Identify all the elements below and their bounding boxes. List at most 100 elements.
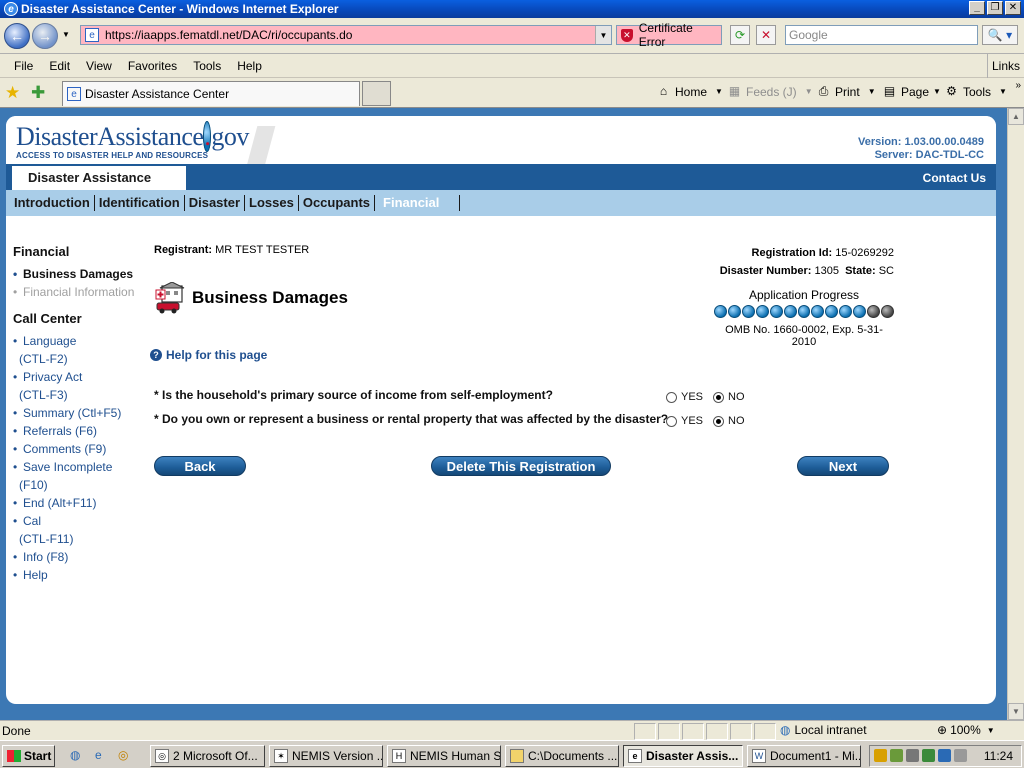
refresh-button[interactable]: ⟳ (730, 25, 750, 45)
history-dropdown-icon[interactable]: ▼ (62, 30, 70, 39)
radio-circle[interactable] (666, 391, 677, 403)
progress-dot-complete (825, 305, 839, 318)
certificate-error-button[interactable]: ✕ Certificate Error (616, 21, 722, 49)
chevron-more-icon[interactable]: » (1015, 80, 1021, 91)
quicklaunch-browser-icon[interactable]: e (95, 748, 102, 762)
page-menu-button[interactable]: ▤ Page ▼ (882, 84, 941, 99)
tab-occupants[interactable]: Occupants (299, 195, 376, 211)
maximize-button[interactable]: ❐ (987, 1, 1003, 15)
tab-disaster[interactable]: Disaster (185, 195, 246, 211)
progress-dot-complete (797, 305, 811, 318)
close-button[interactable]: ✕ (1005, 1, 1021, 15)
feeds-icon: ▦ (728, 84, 741, 98)
tab-identification[interactable]: Identification (95, 195, 185, 211)
menu-tools[interactable]: Tools (185, 59, 229, 73)
favorites-star-icon[interactable]: ★ (5, 83, 20, 103)
contact-us-link[interactable]: Contact Us (923, 171, 986, 185)
site-logo[interactable]: DisasterAssistance.gov ACCESS TO DISASTE… (16, 121, 249, 160)
menu-edit[interactable]: Edit (41, 59, 78, 73)
menu-help[interactable]: Help (229, 59, 270, 73)
ie-icon: e (4, 2, 18, 16)
task-nemis-human[interactable]: HNEMIS Human S... (387, 745, 501, 767)
tools-menu-button[interactable]: ⚙ Tools ▼ (944, 84, 1007, 99)
quicklaunch-ie-icon[interactable]: ◍ (70, 748, 80, 762)
tray-icons[interactable] (874, 749, 967, 762)
page-menu-icon: ▤ (883, 84, 896, 98)
back-nav-button[interactable]: ← (4, 23, 30, 49)
address-input[interactable]: e https://iaapps.fematdl.net/DAC/ri/occu… (80, 25, 612, 45)
call-center-header: Call Center (13, 311, 82, 326)
search-button[interactable]: 🔍 ▾ (982, 25, 1018, 45)
task-documents-folder[interactable]: C:\Documents ... (505, 745, 619, 767)
forward-nav-button[interactable]: → (32, 23, 58, 49)
disaster-number: 1305 (814, 265, 839, 277)
zoom-icon: ⊕ (937, 723, 948, 737)
menu-favorites[interactable]: Favorites (120, 59, 185, 73)
quicklaunch-outlook-icon[interactable]: ◎ (118, 748, 128, 762)
nav-business-damages[interactable]: Business Damages (13, 265, 148, 283)
progress-dot-complete (783, 305, 797, 318)
address-toolbar: ← → ▼ e https://iaapps.fematdl.net/DAC/r… (0, 18, 1024, 54)
site-page: DisasterAssistance.gov ACCESS TO DISASTE… (6, 116, 996, 704)
nav-info[interactable]: Info (F8) (13, 548, 148, 566)
radio-business-no[interactable]: NO (713, 415, 745, 427)
financial-header: Financial (13, 244, 70, 259)
home-button[interactable]: ⌂ Home ▼ (656, 84, 723, 99)
back-button[interactable]: Back (154, 456, 246, 476)
add-favorite-icon[interactable]: ✚ (31, 83, 45, 103)
nav-summary[interactable]: Summary (Ctl+F5) (13, 404, 148, 422)
nav-cal-key[interactable]: (CTL-F11) (13, 530, 148, 548)
radio-circle[interactable] (666, 415, 677, 427)
tab-financial[interactable]: Financial (375, 195, 461, 211)
nav-cal[interactable]: Cal (13, 512, 148, 530)
taskbar: Start ◍ e ◎ ◎ 2 Microsoft Of... ✶ NEMIS Ve… (0, 740, 1024, 768)
office-icon: ◎ (155, 749, 169, 763)
nav-privacy-act[interactable]: Privacy Act (13, 368, 148, 386)
radio-self-employment-yes[interactable]: YES (666, 391, 703, 403)
system-tray: 11:24 (869, 745, 1022, 767)
scroll-down-icon[interactable]: ▼ (1008, 703, 1024, 720)
menu-file[interactable]: File (6, 59, 41, 73)
radio-business-yes[interactable]: YES (666, 415, 703, 427)
vertical-scrollbar[interactable]: ▲ ▼ (1007, 108, 1024, 720)
address-dropdown-icon[interactable]: ▼ (595, 26, 611, 44)
nav-language[interactable]: Language (13, 332, 148, 350)
delete-registration-button[interactable]: Delete This Registration (431, 456, 611, 476)
feeds-button[interactable]: ▦ Feeds (J) ▼ (727, 84, 813, 99)
radio-self-employment-no[interactable]: NO (713, 391, 745, 403)
nav-end[interactable]: End (Alt+F11) (13, 494, 148, 512)
browser-tab[interactable]: e Disaster Assistance Center (62, 81, 360, 106)
nemis-icon: ✶ (274, 749, 288, 763)
new-tab-button[interactable] (362, 81, 391, 106)
nav-save-incomplete[interactable]: Save Incomplete (13, 458, 148, 476)
nav-language-key[interactable]: (CTL-F2) (13, 350, 148, 368)
radio-circle-selected[interactable] (713, 415, 725, 427)
minimize-button[interactable]: _ (969, 1, 985, 15)
menu-view[interactable]: View (78, 59, 120, 73)
task-document1-word[interactable]: W Document1 - Mi... (747, 745, 861, 767)
radio-circle-selected[interactable] (713, 391, 725, 403)
scroll-up-icon[interactable]: ▲ (1008, 108, 1024, 125)
task-disaster-assistance[interactable]: e Disaster Assis... (623, 745, 743, 767)
links-toolbar[interactable]: Links (986, 54, 1024, 78)
tab-introduction[interactable]: Introduction (10, 195, 95, 211)
nav-help[interactable]: Help (13, 566, 148, 584)
next-button[interactable]: Next (797, 456, 889, 476)
section-title: Disaster Assistance (12, 166, 186, 190)
task-nemis-version[interactable]: ✶ NEMIS Version ... (269, 745, 383, 767)
tab-losses[interactable]: Losses (245, 195, 299, 211)
stop-button[interactable]: ✕ (756, 25, 776, 45)
question-business-property: * Do you own or represent a business or … (154, 412, 894, 427)
nav-referrals[interactable]: Referrals (F6) (13, 422, 148, 440)
start-button[interactable]: Start (2, 745, 55, 767)
search-input[interactable]: Google (785, 25, 978, 45)
nav-privacy-key[interactable]: (CTL-F3) (13, 386, 148, 404)
progress-dot-pending (881, 305, 894, 318)
print-button[interactable]: ⎙ Print ▼ (816, 84, 876, 99)
help-link[interactable]: ? Help for this page (150, 348, 267, 362)
zoom-control[interactable]: ⊕ 100% ▼ (937, 723, 995, 737)
task-microsoft-office[interactable]: ◎ 2 Microsoft Of... (150, 745, 265, 767)
nav-save-key[interactable]: (F10) (13, 476, 148, 494)
nav-comments[interactable]: Comments (F9) (13, 440, 148, 458)
registrant-info: Registrant: MR TEST TESTER (154, 244, 310, 256)
